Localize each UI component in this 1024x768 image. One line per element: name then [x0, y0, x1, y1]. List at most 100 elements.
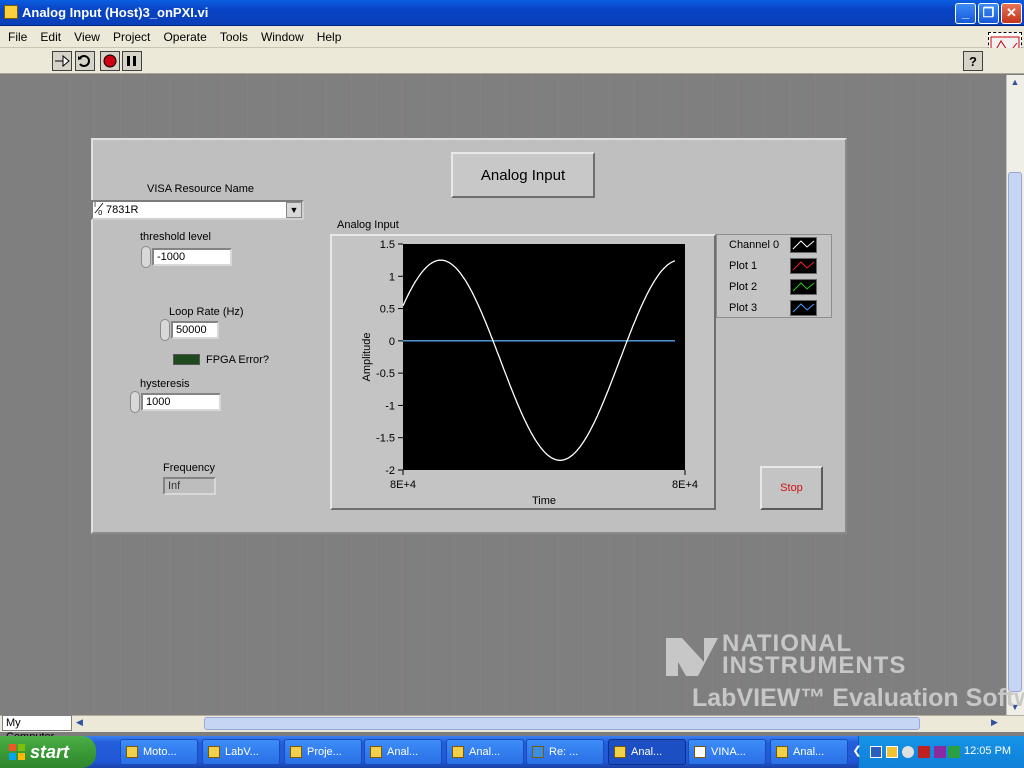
loop-rate-input[interactable]: 50000	[171, 321, 219, 339]
tray-expand-icon[interactable]: ❮	[850, 744, 864, 760]
y-axis-label: Amplitude	[361, 333, 373, 382]
tray-shield-icon[interactable]	[918, 746, 930, 758]
horizontal-scroll-thumb[interactable]	[204, 717, 920, 730]
stop-button[interactable]: Stop	[760, 466, 823, 510]
menu-file[interactable]: File	[0, 26, 32, 48]
taskbar-item[interactable]: VINA...	[688, 739, 766, 765]
menu-tools[interactable]: Tools	[215, 26, 253, 48]
national-instruments-logo-icon	[666, 638, 718, 676]
taskbar-item[interactable]: Anal...	[364, 739, 442, 765]
menu-bar: File Edit View Project Operate Tools Win…	[0, 26, 1024, 48]
fpga-error-label: FPGA Error?	[206, 354, 269, 366]
tray-app-icon[interactable]	[886, 746, 898, 758]
tray-security-icon[interactable]	[934, 746, 946, 758]
context-location: My Computer	[2, 715, 72, 743]
taskbar-item[interactable]: Moto...	[120, 739, 198, 765]
analog-input-title: Analog Input	[480, 167, 566, 184]
labview-icon	[370, 746, 382, 758]
y-tick-label: -2	[385, 465, 395, 477]
dropdown-arrow-icon[interactable]: ▼	[286, 202, 302, 218]
fpga-error-led	[173, 354, 200, 365]
threshold-input[interactable]: -1000	[152, 248, 232, 266]
legend-label: Plot 2	[729, 281, 758, 293]
legend-item[interactable]: Channel 0	[717, 235, 833, 256]
chart-title: Analog Input	[337, 219, 399, 231]
tray-network-icon[interactable]	[870, 746, 882, 758]
taskbar-item[interactable]: Proje...	[284, 739, 362, 765]
x-axis-ticks: 8E+4 8E+4	[390, 470, 698, 491]
y-axis-ticks: 1.5 1 0.5 0 -0.5 -1 -1.5 -2	[376, 239, 403, 477]
legend-label: Channel 0	[729, 239, 780, 251]
menu-view[interactable]: View	[69, 26, 105, 48]
legend-item[interactable]: Plot 1	[717, 256, 833, 277]
taskbar-clock: 12:05 PM	[964, 745, 1012, 757]
y-tick-label: 1	[389, 271, 395, 283]
pause-icon[interactable]	[122, 51, 142, 71]
document-icon	[694, 746, 706, 758]
scroll-right-arrow-icon[interactable]: ▶	[991, 717, 1003, 730]
visa-resource-value[interactable]: 7831R	[106, 204, 138, 216]
legend-swatch	[790, 300, 817, 316]
x-tick-label: 8E+4	[390, 479, 416, 491]
taskbar-item[interactable]: Re: ...	[526, 739, 604, 765]
threshold-increment-decrement[interactable]	[141, 246, 151, 268]
labview-icon	[614, 746, 626, 758]
watermark-instruments: INSTRUMENTS	[722, 652, 907, 679]
labview-icon	[776, 746, 788, 758]
scroll-left-arrow-icon[interactable]: ◀	[76, 717, 88, 730]
close-button[interactable]: ✕	[1001, 3, 1022, 24]
toolbar	[0, 48, 1024, 74]
window-title: Analog Input (Host)3_onPXI.vi	[22, 5, 209, 20]
legend-item[interactable]: Plot 3	[717, 298, 833, 319]
visa-resource-label: VISA Resource Name	[147, 183, 254, 195]
watermark-evaluation: LabVIEW™ Evaluation Software	[692, 684, 1024, 712]
labview-icon	[452, 746, 464, 758]
abort-execution-icon[interactable]	[100, 51, 120, 71]
folder-icon	[126, 746, 138, 758]
run-continuously-icon[interactable]	[75, 51, 95, 71]
y-tick-label: 0.5	[380, 304, 395, 316]
menu-edit[interactable]: Edit	[35, 26, 66, 48]
hysteresis-increment-decrement[interactable]	[130, 391, 140, 413]
loop-rate-label: Loop Rate (Hz)	[169, 306, 244, 318]
y-tick-label: -1.5	[376, 433, 395, 445]
tray-display-icon[interactable]	[948, 746, 960, 758]
legend-item[interactable]: Plot 2	[717, 277, 833, 298]
taskbar-item[interactable]: Anal...	[770, 739, 848, 765]
maximize-button[interactable]: ❐	[978, 3, 999, 24]
taskbar-item-active[interactable]: Anal...	[608, 739, 686, 765]
menu-project[interactable]: Project	[108, 26, 155, 48]
menu-operate[interactable]: Operate	[158, 26, 211, 48]
hysteresis-input[interactable]: 1000	[141, 393, 221, 411]
loop-rate-increment-decrement[interactable]	[160, 319, 170, 341]
taskbar-item[interactable]: LabV...	[202, 739, 280, 765]
taskbar-item[interactable]: Anal...	[446, 739, 524, 765]
labview-icon	[290, 746, 302, 758]
visa-io-icon: I0	[93, 200, 104, 217]
x-tick-label: 8E+4	[672, 479, 698, 491]
legend-label: Plot 1	[729, 260, 758, 272]
threshold-label: threshold level	[140, 231, 211, 243]
y-tick-label: 1.5	[380, 239, 395, 251]
vertical-scroll-thumb[interactable]	[1008, 172, 1022, 692]
scroll-up-arrow-icon[interactable]: ▲	[1008, 77, 1022, 89]
labview-app-icon[interactable]	[4, 5, 18, 19]
svg-text:I: I	[94, 201, 96, 209]
legend-swatch	[790, 237, 817, 253]
plot-area	[403, 244, 685, 470]
menu-help[interactable]: Help	[312, 26, 347, 48]
run-arrow-icon[interactable]	[52, 51, 72, 71]
labview-icon	[208, 746, 220, 758]
minimize-button[interactable]: _	[955, 3, 976, 24]
plot-legend[interactable]: Channel 0 Plot 1 Plot 2 Plot 3	[716, 234, 832, 318]
y-tick-label: 0	[389, 336, 395, 348]
waveform-chart[interactable]: 1.510.50-0.5-1-1.5-2 8E+4 8E+4 Amplitude …	[330, 234, 716, 510]
menu-window[interactable]: Window	[256, 26, 309, 48]
y-tick-label: -1	[385, 400, 395, 412]
tray-clock-icon[interactable]	[902, 746, 914, 758]
context-help-button[interactable]: ?	[963, 51, 983, 71]
legend-label: Plot 3	[729, 302, 758, 314]
frequency-label: Frequency	[163, 462, 215, 474]
legend-swatch	[790, 279, 817, 295]
windows-logo-icon	[9, 744, 25, 760]
